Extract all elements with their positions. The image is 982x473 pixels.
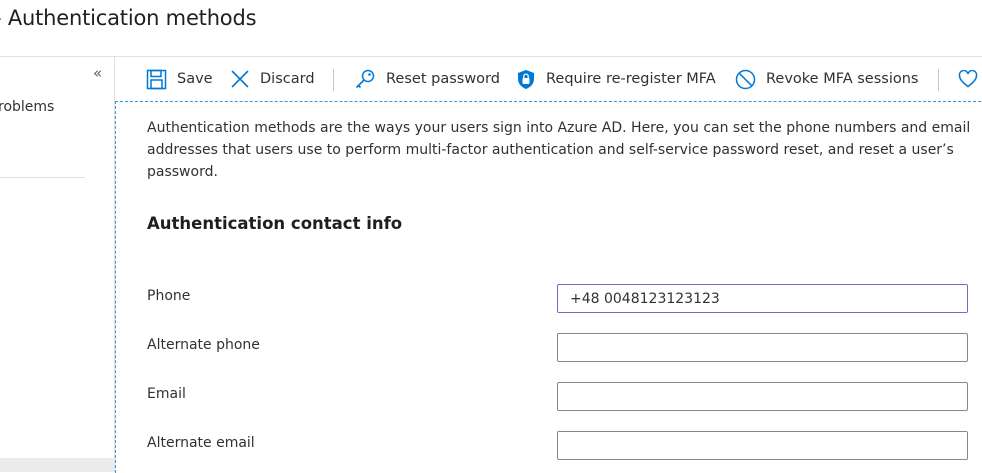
- discard-button[interactable]: Discard: [230, 57, 315, 101]
- close-icon: [230, 69, 250, 89]
- alternate-phone-input[interactable]: [557, 333, 968, 362]
- reset-password-label: Reset password: [386, 71, 500, 87]
- toolbar-separator: [333, 69, 334, 91]
- email-label: Email: [147, 386, 186, 402]
- save-button[interactable]: Save: [146, 57, 213, 101]
- block-icon: [735, 69, 756, 90]
- alternate-phone-label: Alternate phone: [147, 337, 260, 353]
- phone-input[interactable]: [557, 284, 968, 313]
- nav-item-selected[interactable]: [0, 458, 114, 472]
- lock-shield-icon: [517, 69, 535, 90]
- nav-item-diagnose-problems[interactable]: roblems: [0, 99, 54, 115]
- page-title: - Authentication methods: [0, 6, 257, 30]
- revoke-sessions-label: Revoke MFA sessions: [766, 71, 919, 87]
- alternate-email-input[interactable]: [557, 431, 968, 460]
- description-text: Authentication methods are the ways your…: [147, 120, 971, 180]
- save-label: Save: [177, 71, 213, 87]
- discard-label: Discard: [260, 71, 315, 87]
- reset-password-button[interactable]: Reset password: [354, 57, 500, 101]
- revoke-mfa-sessions-button[interactable]: Revoke MFA sessions: [735, 57, 918, 101]
- nav-divider: [0, 177, 85, 178]
- command-bar: Save Discard Reset password Require re-r…: [115, 57, 982, 101]
- phone-label: Phone: [147, 288, 191, 304]
- toolbar-separator: [938, 69, 939, 91]
- key-icon: [354, 68, 376, 90]
- require-reregister-mfa-button[interactable]: Require re-register MFA: [517, 57, 716, 101]
- feedback-button[interactable]: [958, 57, 978, 101]
- heart-icon: [958, 70, 978, 88]
- require-reregister-label: Require re-register MFA: [546, 71, 716, 87]
- email-input[interactable]: [557, 382, 968, 411]
- collapse-nav-button[interactable]: «: [93, 64, 102, 82]
- alternate-email-label: Alternate email: [147, 435, 255, 451]
- section-title: Authentication contact info: [147, 214, 403, 233]
- save-icon: [146, 69, 167, 90]
